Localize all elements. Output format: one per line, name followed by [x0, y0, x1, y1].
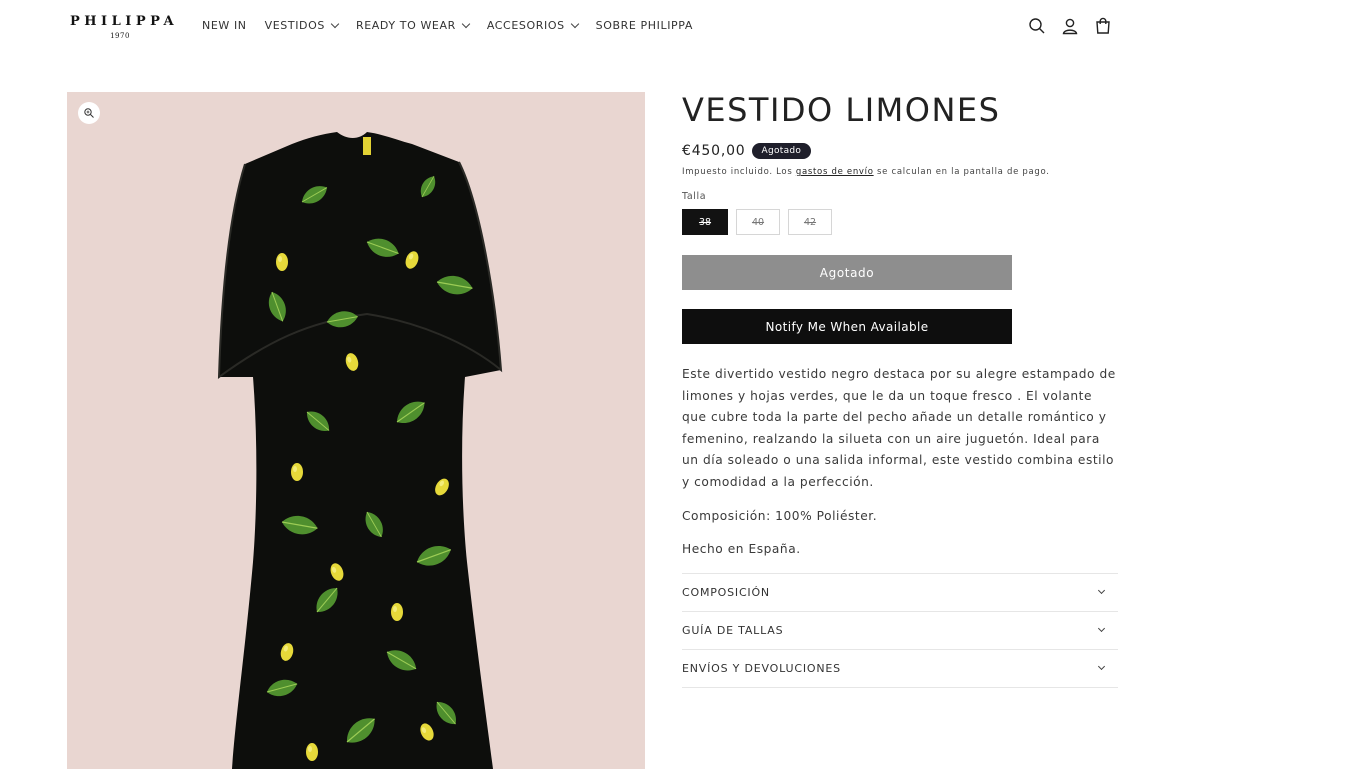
product-description: Este divertido vestido negro destaca por…	[682, 364, 1118, 561]
chevron-down-icon	[1097, 663, 1106, 671]
site-header: PHILIPPA 1970 NEW IN VESTIDOS READY TO W…	[0, 0, 1367, 56]
brand-name: PHILIPPA	[70, 14, 179, 29]
size-option-38[interactable]: 38	[682, 209, 728, 235]
product-title: VESTIDO LIMONES	[682, 91, 1001, 129]
zoom-icon	[84, 108, 94, 118]
chevron-down-icon	[461, 19, 471, 28]
chevron-down-icon	[1097, 625, 1106, 633]
chevron-down-icon	[570, 19, 579, 28]
notify-me-button[interactable]: Notify Me When Available	[682, 309, 1012, 344]
zoom-button[interactable]	[78, 102, 100, 124]
made-in-text: Hecho en España.	[682, 542, 801, 557]
size-option-40[interactable]: 40	[736, 209, 780, 235]
accordion-guia-de-tallas[interactable]: GUÍA DE TALLAS	[682, 612, 1118, 650]
accordion-label: COMPOSICIÓN	[682, 585, 770, 599]
price-row: €450,00 Agotado	[682, 143, 1118, 159]
chevron-down-icon	[1097, 587, 1106, 595]
size-label: Talla	[682, 191, 707, 202]
shipping-link[interactable]: gastos de envío	[796, 167, 874, 177]
size-option-42[interactable]: 42	[788, 209, 832, 235]
composition-text: Composición: 100% Poliéster.	[682, 508, 878, 523]
accordion-label: ENVÍOS Y DEVOLUCIONES	[682, 661, 841, 675]
nav-item-accesorios[interactable]: ACCESORIOS	[486, 19, 579, 32]
main-nav: NEW IN VESTIDOS READY TO WEAR ACCESORIOS…	[202, 19, 693, 32]
sold-out-button[interactable]: Agotado	[682, 255, 1012, 290]
search-icon[interactable]	[1027, 16, 1047, 36]
product-image[interactable]	[67, 92, 645, 769]
accordion-label: GUÍA DE TALLAS	[682, 623, 784, 637]
nav-item-vestidos[interactable]: VESTIDOS	[264, 19, 340, 32]
size-selector: 38 40 42	[682, 209, 1118, 235]
product-info: VESTIDO LIMONES €450,00 Agotado Impuesto…	[682, 90, 1118, 688]
header-icons	[1027, 16, 1113, 36]
nav-item-new-in[interactable]: NEW IN	[202, 19, 247, 32]
brand-year: 1970	[110, 32, 130, 40]
brand-logo[interactable]: PHILIPPA 1970	[66, 14, 174, 40]
tax-note-prefix: Impuesto incluido. Los	[682, 167, 796, 177]
nav-item-label: NEW IN	[202, 19, 247, 32]
nav-item-label: VESTIDOS	[264, 19, 325, 32]
cart-icon[interactable]	[1093, 16, 1113, 36]
product-price: €450,00	[682, 143, 746, 159]
accordion-composicion[interactable]: COMPOSICIÓN	[682, 574, 1118, 612]
tax-note-suffix: se calculan en la pantalla de pago.	[873, 167, 1050, 177]
accordion-list: COMPOSICIÓN GUÍA DE TALLAS ENVÍOS Y DEVO…	[682, 572, 1118, 688]
nav-item-sobre-philippa[interactable]: SOBRE PHILIPPA	[596, 19, 693, 32]
account-icon[interactable]	[1060, 16, 1080, 36]
nav-item-label: READY TO WEAR	[355, 19, 456, 32]
nav-item-ready-to-wear[interactable]: READY TO WEAR	[355, 19, 471, 32]
accordion-envios-y-devoluciones[interactable]: ENVÍOS Y DEVOLUCIONES	[682, 650, 1118, 688]
product-media	[67, 92, 645, 769]
nav-item-label: SOBRE PHILIPPA	[595, 19, 693, 32]
description-text: Este divertido vestido negro destaca por…	[682, 367, 1116, 489]
sold-out-badge: Agotado	[751, 143, 812, 159]
chevron-down-icon	[330, 19, 340, 28]
nav-item-label: ACCESORIOS	[486, 19, 565, 32]
tax-note: Impuesto incluido. Los gastos de envío s…	[682, 167, 1118, 177]
